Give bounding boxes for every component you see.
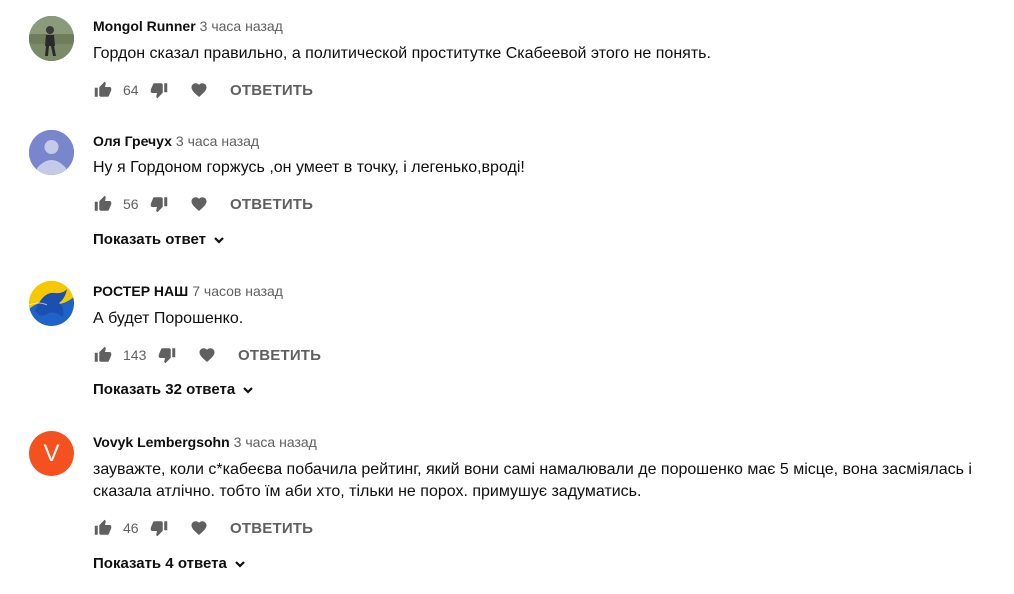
avatar[interactable] <box>29 281 74 326</box>
avatar[interactable] <box>29 130 74 175</box>
author-name[interactable]: Оля Гречух <box>93 133 172 149</box>
dislike-button[interactable] <box>149 80 169 100</box>
like-count: 143 <box>123 347 147 363</box>
comment-header: Оля Гречух 3 часа назад <box>93 132 259 150</box>
reply-button[interactable]: ОТВЕТИТЬ <box>238 347 321 364</box>
avatar[interactable] <box>29 16 74 61</box>
like-button[interactable] <box>93 518 113 538</box>
heart-icon <box>199 348 215 363</box>
comment-time[interactable]: 3 часа назад <box>234 434 317 450</box>
heart-icon <box>191 197 207 212</box>
avatar[interactable]: V <box>29 431 74 476</box>
comment-time[interactable]: 7 часов назад <box>192 283 283 299</box>
comment-actions: 56 ОТВЕТИТЬ <box>93 193 313 215</box>
author-name[interactable]: РОСТЕР НАШ <box>93 283 188 299</box>
thumbs-down-icon <box>158 348 176 364</box>
comment-text: Ну я Гордоном горжусь ,он умеет в точку,… <box>93 159 525 176</box>
heart-button[interactable] <box>189 194 209 214</box>
like-button[interactable] <box>93 345 113 365</box>
chevron-down-icon <box>243 386 253 394</box>
comment-time[interactable]: 3 часа назад <box>200 18 283 34</box>
comment-actions: 46 ОТВЕТИТЬ <box>93 517 313 539</box>
like-count: 46 <box>123 520 139 536</box>
reply-button[interactable]: ОТВЕТИТЬ <box>230 82 313 99</box>
comment-time[interactable]: 3 часа назад <box>176 133 259 149</box>
like-count: 56 <box>123 196 139 212</box>
avatar-letter: V <box>43 439 60 467</box>
thumbs-down-icon <box>150 521 168 537</box>
thumbs-up-icon <box>94 195 112 211</box>
heart-button[interactable] <box>197 345 217 365</box>
like-count: 64 <box>123 82 139 98</box>
comment-actions: 64 ОТВЕТИТЬ <box>93 79 313 101</box>
like-button[interactable] <box>93 80 113 100</box>
comment-header: Vovyk Lembergsohn 3 часа назад <box>93 433 317 451</box>
show-replies-button[interactable]: Показать 4 ответа <box>93 555 247 572</box>
blue-yellow-flag-icon <box>29 281 74 326</box>
author-name[interactable]: Vovyk Lembergsohn <box>93 434 230 450</box>
comment-header: Mongol Runner 3 часа назад <box>93 17 283 35</box>
comment-text: зауважте, коли с*кабеєва побачила рейтин… <box>93 461 972 500</box>
heart-icon <box>191 83 207 98</box>
comment-text: Гордон сказал правильно, а политической … <box>93 45 711 62</box>
chevron-down-icon <box>235 560 245 568</box>
show-replies-button[interactable]: Показать 32 ответа <box>93 381 255 398</box>
reply-button[interactable]: ОТВЕТИТЬ <box>230 196 313 213</box>
show-replies-label: Показать 4 ответа <box>93 555 227 572</box>
show-replies-label: Показать ответ <box>93 231 206 248</box>
heart-icon <box>191 521 207 536</box>
chevron-down-icon <box>214 236 224 244</box>
show-replies-label: Показать 32 ответа <box>93 381 236 398</box>
default-user-icon <box>29 130 74 175</box>
thumbs-up-icon <box>94 346 112 362</box>
thumbs-down-icon <box>150 83 168 99</box>
comment-text: А будет Порошенко. <box>93 310 244 327</box>
show-replies-button[interactable]: Показать ответ <box>93 231 226 248</box>
reply-button[interactable]: ОТВЕТИТЬ <box>230 520 313 537</box>
dislike-button[interactable] <box>149 518 169 538</box>
comment-actions: 143 ОТВЕТИТЬ <box>93 344 321 366</box>
thumbs-up-icon <box>94 519 112 535</box>
comment-header: РОСТЕР НАШ 7 часов назад <box>93 282 283 300</box>
photo-avatar-icon <box>29 16 74 61</box>
like-button[interactable] <box>93 194 113 214</box>
heart-button[interactable] <box>189 80 209 100</box>
thumbs-up-icon <box>94 81 112 97</box>
dislike-button[interactable] <box>149 194 169 214</box>
thumbs-down-icon <box>150 197 168 213</box>
heart-button[interactable] <box>189 518 209 538</box>
author-name[interactable]: Mongol Runner <box>93 18 196 34</box>
dislike-button[interactable] <box>157 345 177 365</box>
